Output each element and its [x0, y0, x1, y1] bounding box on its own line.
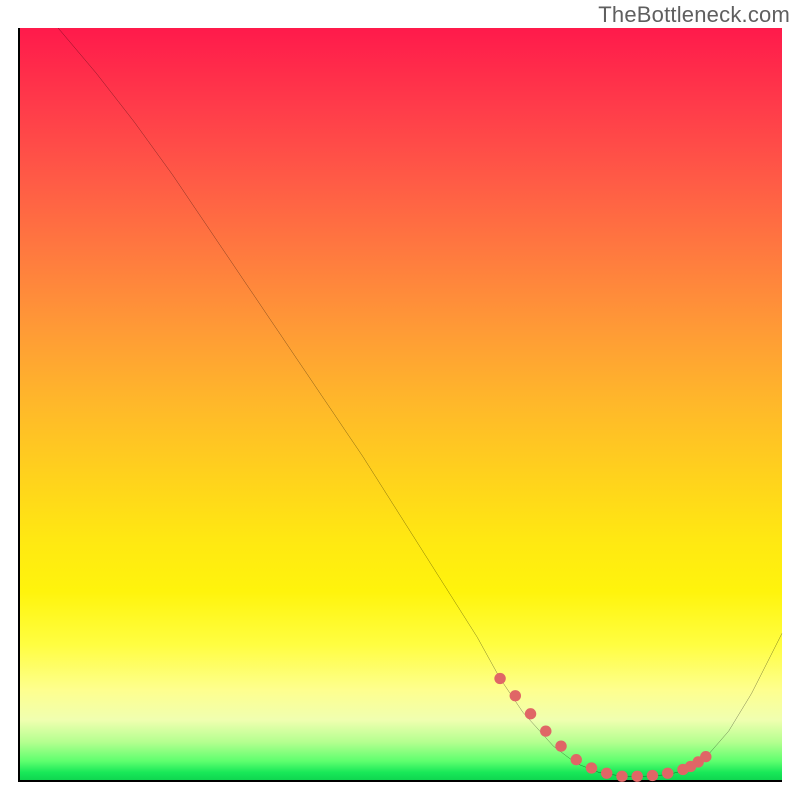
optimal-dot	[616, 771, 627, 782]
chart-container: TheBottleneck.com	[0, 0, 800, 800]
optimal-dot	[700, 751, 711, 762]
bottleneck-curve	[58, 28, 782, 776]
optimal-dot	[632, 771, 643, 782]
optimal-dot	[647, 770, 658, 781]
optimal-range-dots	[494, 673, 711, 782]
watermark-text: TheBottleneck.com	[598, 2, 790, 28]
optimal-dot	[555, 741, 566, 752]
optimal-dot	[586, 762, 597, 773]
optimal-dot	[540, 725, 551, 736]
optimal-dot	[662, 768, 673, 779]
optimal-dot	[601, 768, 612, 779]
plot-area	[18, 28, 782, 782]
optimal-dot	[510, 690, 521, 701]
curve-svg	[20, 28, 782, 780]
optimal-dot	[494, 673, 505, 684]
optimal-dot	[525, 708, 536, 719]
optimal-dot	[571, 754, 582, 765]
